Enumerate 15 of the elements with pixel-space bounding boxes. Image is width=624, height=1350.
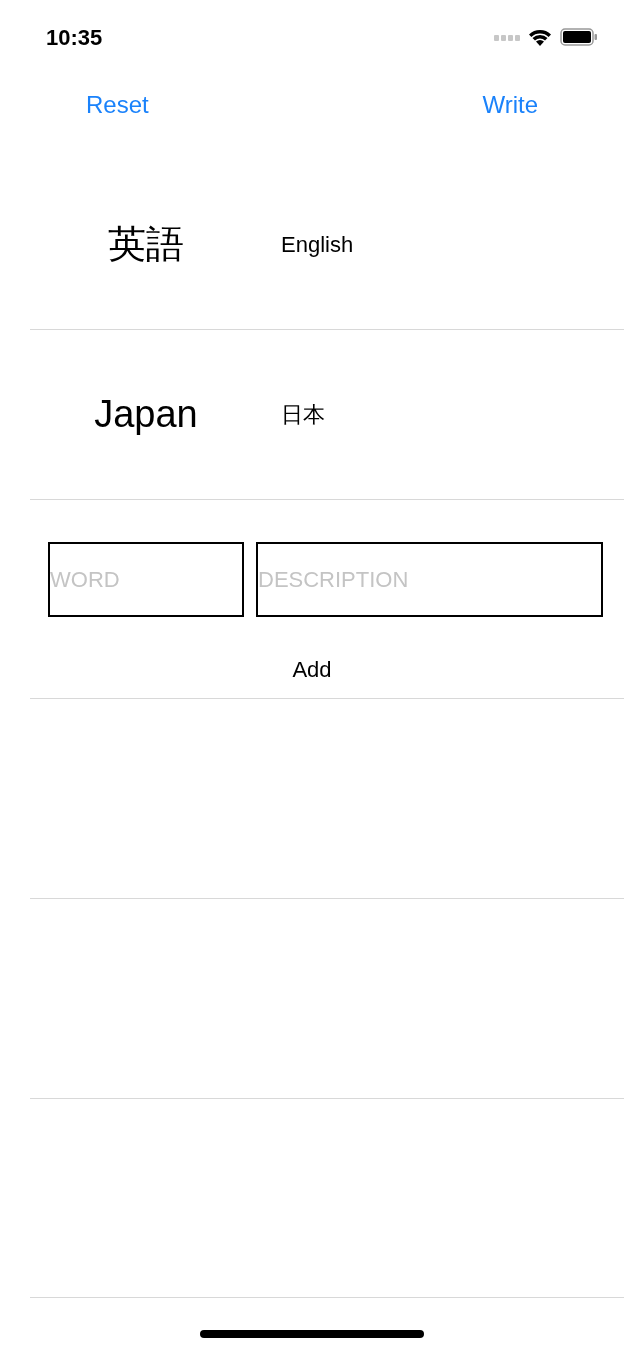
status-time: 10:35	[46, 23, 103, 52]
battery-icon	[560, 28, 598, 46]
word-row[interactable]: Japan 日本	[30, 330, 624, 500]
word-text: 英語	[108, 222, 184, 267]
reset-button[interactable]: Reset	[86, 87, 149, 123]
word-row[interactable]: 英語 English	[30, 160, 624, 330]
write-button[interactable]: Write	[482, 87, 538, 123]
wifi-icon	[528, 28, 552, 46]
word-text: Japan	[94, 392, 198, 437]
add-button[interactable]: Add	[292, 653, 332, 686]
description-text: 日本	[281, 401, 325, 429]
word-input-field[interactable]: WORD	[48, 542, 244, 617]
description-text: English	[281, 231, 354, 259]
signal-icon	[494, 33, 520, 41]
description-input-field[interactable]: DESCRIPTION	[256, 542, 603, 617]
